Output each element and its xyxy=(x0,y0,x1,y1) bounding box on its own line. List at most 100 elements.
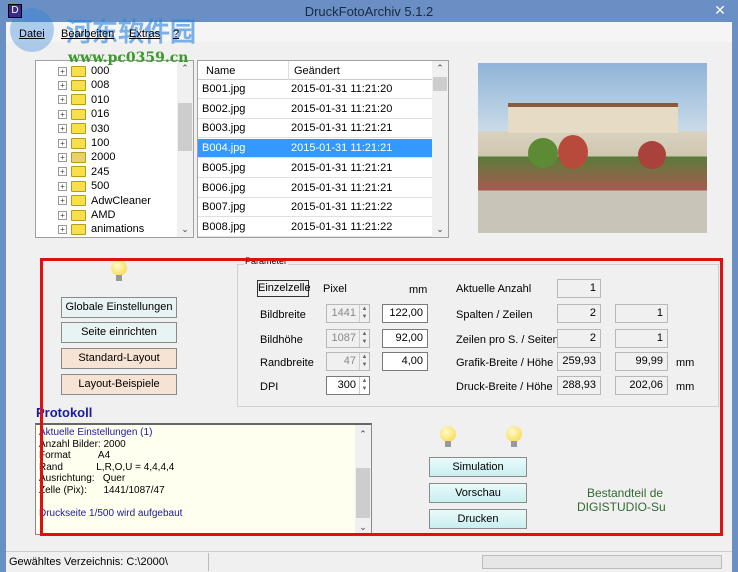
protokoll-title: Protokoll xyxy=(36,405,93,420)
tree-item[interactable]: +016 xyxy=(58,107,109,121)
image-preview xyxy=(478,63,707,233)
status-directory: Gewähltes Verzeichnis: C:\2000\ xyxy=(9,556,168,568)
expand-icon[interactable]: + xyxy=(58,224,67,234)
tree-item[interactable]: + AdwCleaner xyxy=(58,194,151,208)
log-scrollbar[interactable]: ⌃ ⌄ xyxy=(355,425,371,534)
menu-datei[interactable]: Datei xyxy=(19,28,45,40)
expand-icon[interactable]: + xyxy=(58,95,67,105)
tree-item[interactable]: +030 xyxy=(58,122,109,136)
druck-label: Druck-Breite / Höhe xyxy=(456,381,553,393)
progress-bar xyxy=(482,555,722,569)
lightbulb-icon xyxy=(111,260,127,282)
expand-icon[interactable]: + xyxy=(58,196,67,206)
tree-item[interactable]: +010 xyxy=(58,93,109,107)
expand-icon[interactable]: + xyxy=(58,80,67,90)
protokoll-log[interactable]: Aktuelle Einstellungen (1) Anzahl Bilder:… xyxy=(35,423,372,535)
parameter-group-label: Parameter xyxy=(244,256,289,266)
column-name[interactable]: Name xyxy=(206,65,235,77)
tree-item-label: 245 xyxy=(91,165,110,178)
tree-item[interactable]: + animations xyxy=(58,222,144,236)
print-button[interactable]: Drucken xyxy=(429,509,527,529)
log-line: Anzahl Bilder: 2000 xyxy=(39,438,126,450)
folder-icon xyxy=(71,123,86,135)
page-setup-button[interactable]: Seite einrichten xyxy=(61,322,177,343)
brand-line1: Bestandteil de xyxy=(587,486,664,500)
folder-icon xyxy=(71,180,86,192)
global-settings-button[interactable]: Globale Einstellungen xyxy=(61,297,177,318)
tree-scrollbar[interactable]: ⌃ ⌄ xyxy=(177,61,193,237)
file-name: B007.jpg xyxy=(202,201,246,214)
expand-icon[interactable]: + xyxy=(58,138,67,148)
file-list-scrollbar[interactable]: ⌃ ⌄ xyxy=(432,61,448,237)
bildhoehe-mm-input[interactable]: 92,00 xyxy=(382,329,428,348)
expand-icon[interactable]: + xyxy=(58,124,67,134)
bildbreite-pixel-spinner[interactable]: 1441 ▲ ▼ xyxy=(326,304,370,323)
window-border xyxy=(0,22,6,572)
folder-icon xyxy=(71,94,86,106)
tree-item[interactable]: +500 xyxy=(58,179,109,193)
zeilen-value: 1 xyxy=(615,304,668,323)
file-row[interactable]: B008.jpg 2015-01-31 11:21:22 xyxy=(198,218,433,237)
spalten-value: 2 xyxy=(557,304,601,323)
folder-icon xyxy=(71,137,86,149)
log-line: Ausrichtung: Quer xyxy=(39,473,126,484)
expand-icon[interactable]: + xyxy=(58,167,67,177)
dpi-spinner[interactable]: 300 ▲ ▼ xyxy=(326,376,370,395)
randbreite-mm-input[interactable]: 4,00 xyxy=(382,352,428,371)
zeilen-seiten-label: Zeilen pro S. / Seiten xyxy=(456,334,559,346)
file-date: 2015-01-31 11:21:21 xyxy=(291,122,393,135)
standard-layout-button[interactable]: Standard-Layout xyxy=(61,348,177,369)
folder-tree[interactable]: ⌃ ⌄ +000 +008 +010 +016 +030 +100 +2000 +245 +500… xyxy=(35,60,194,238)
simulation-button[interactable]: Simulation xyxy=(429,457,527,477)
app-icon[interactable]: D xyxy=(8,4,22,18)
file-date: 2015-01-31 11:21:21 xyxy=(291,161,393,174)
tree-item-label: 000 xyxy=(91,65,110,77)
folder-icon xyxy=(71,79,86,91)
file-row[interactable]: B006.jpg 2015-01-31 11:21:21 xyxy=(198,179,433,198)
tree-item[interactable]: +008 xyxy=(58,78,109,92)
randbreite-pixel-spinner[interactable]: 47 ▲ ▼ xyxy=(326,352,370,371)
spalten-zeilen-label: Spalten / Zeilen xyxy=(456,309,533,321)
file-name: B008.jpg xyxy=(202,220,246,233)
expand-icon[interactable]: + xyxy=(58,152,67,162)
tree-item-label: AdwCleaner xyxy=(91,194,151,207)
menu-bar xyxy=(6,22,732,42)
dpi-label: DPI xyxy=(260,381,279,393)
menu-extras[interactable]: Extras xyxy=(129,28,160,40)
folder-icon xyxy=(71,166,86,178)
druck-unit: mm xyxy=(676,381,695,393)
lightbulb-icon xyxy=(506,426,522,448)
expand-icon[interactable]: + xyxy=(58,210,67,220)
grafik-hoehe-value: 99,99 xyxy=(615,352,668,371)
expand-icon[interactable]: + xyxy=(58,181,67,191)
file-row[interactable]: B001.jpg 2015-01-31 11:21:20 xyxy=(198,80,433,99)
file-list[interactable]: Name Geändert B001.jpg 2015-01-31 11:21:2… xyxy=(197,60,449,238)
zeilen-pro-seite-value: 2 xyxy=(557,329,601,348)
expand-icon[interactable]: + xyxy=(58,66,67,76)
tree-item[interactable]: +000 xyxy=(58,64,109,78)
file-row[interactable]: B005.jpg 2015-01-31 11:21:21 xyxy=(198,159,433,178)
menu-bearbeiten[interactable]: Bearbeiten xyxy=(61,28,114,40)
tree-item[interactable]: + AMD xyxy=(58,208,115,222)
tree-item[interactable]: +2000 xyxy=(58,150,115,164)
tree-item[interactable]: +100 xyxy=(58,136,109,150)
tree-item[interactable]: +245 xyxy=(58,165,109,179)
menu-help[interactable]: ? xyxy=(173,28,179,40)
single-cell-button[interactable]: Einzelzelle xyxy=(257,280,311,297)
file-name: B003.jpg xyxy=(202,122,246,135)
close-button[interactable]: ✕ xyxy=(705,0,735,20)
file-row[interactable]: B003.jpg 2015-01-31 11:21:21 xyxy=(198,119,433,139)
file-date: 2015-01-31 11:21:20 xyxy=(291,102,393,115)
druck-breite-value: 288,93 xyxy=(557,376,601,395)
bildhoehe-pixel-spinner[interactable]: 1087 ▲ ▼ xyxy=(326,329,370,348)
log-line: Zelle (Pix): 1441/1087/47 xyxy=(39,484,165,496)
expand-icon[interactable]: + xyxy=(58,109,67,119)
file-row[interactable]: B004.jpg 2015-01-31 11:21:21 xyxy=(198,139,433,159)
layout-examples-button[interactable]: Layout-Beispiele xyxy=(61,374,177,395)
column-changed[interactable]: Geändert xyxy=(294,65,340,77)
preview-button[interactable]: Vorschau xyxy=(429,483,527,503)
file-row[interactable]: B007.jpg 2015-01-31 11:21:22 xyxy=(198,198,433,218)
bildbreite-mm-input[interactable]: 122,00 xyxy=(382,304,428,323)
file-row[interactable]: B002.jpg 2015-01-31 11:21:20 xyxy=(198,100,433,119)
